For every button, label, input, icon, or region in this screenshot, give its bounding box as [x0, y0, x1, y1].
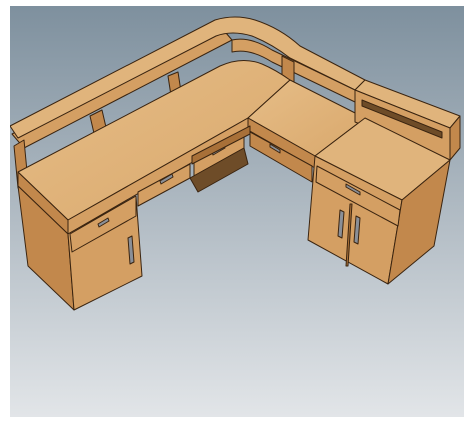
desk-render	[10, 6, 464, 417]
render-viewport	[10, 6, 464, 417]
render-frame	[0, 0, 476, 429]
